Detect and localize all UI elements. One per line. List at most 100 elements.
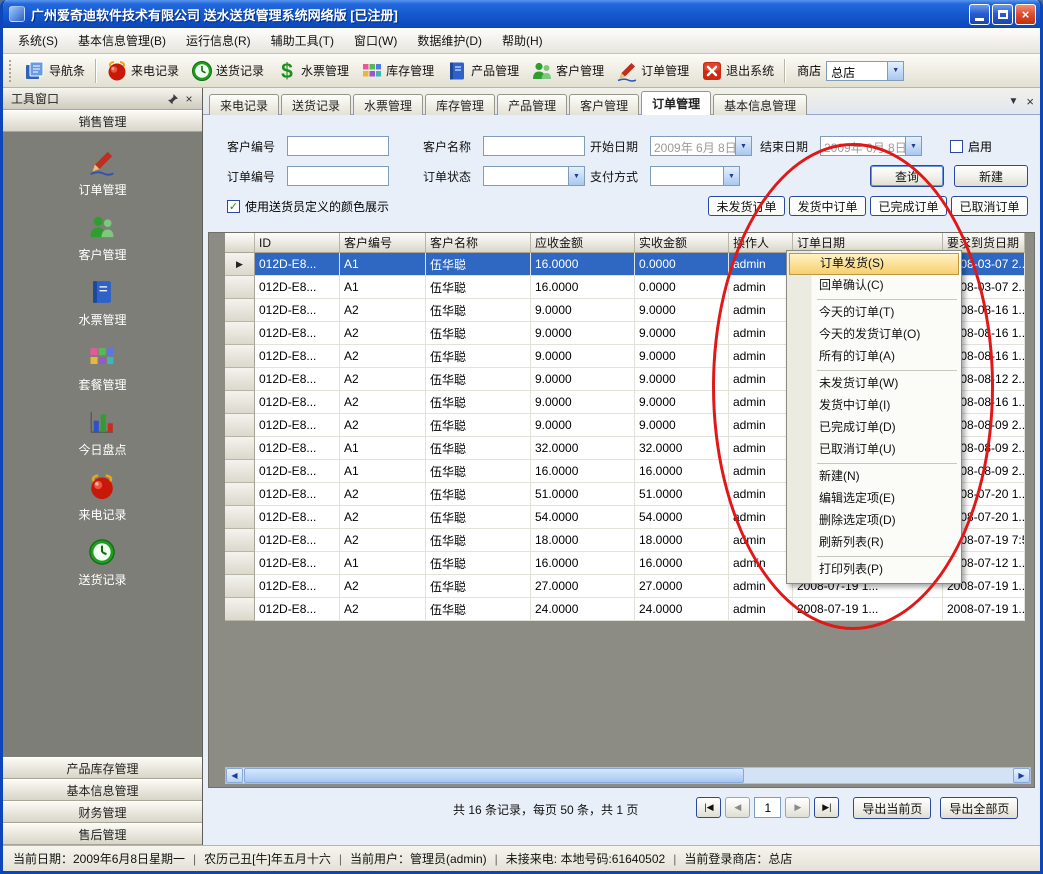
first-page-button[interactable]: |◀ [696,797,721,818]
query-button[interactable]: 查询 [870,165,944,187]
export-current-page-button[interactable]: 导出当前页 [853,797,931,819]
pin-icon[interactable] [165,91,181,107]
menu-item-new[interactable]: 新建(N) [789,466,959,488]
last-page-button[interactable]: ▶| [814,797,839,818]
sidebar-section-sales[interactable]: 销售管理 [3,110,202,132]
sidebar-item-delivery-records[interactable]: 送货记录 [78,538,126,588]
menu-item-edit-selected[interactable]: 编辑选定项(E) [789,488,959,510]
menu-item-shipping-orders[interactable]: 发货中订单(I) [789,395,959,417]
menu-item-completed-orders[interactable]: 已完成订单(D) [789,417,959,439]
header-customer-name[interactable]: 客户名称 [426,233,531,253]
cancelled-orders-button[interactable]: 已取消订单 [951,196,1028,216]
table-row[interactable]: 012D-E8...A2伍华聪24.000024.0000admin2008-0… [225,598,1025,621]
row-selector[interactable] [225,368,255,391]
menu-item-unshipped-orders[interactable]: 未发货订单(W) [789,373,959,395]
menu-item-cancelled-orders[interactable]: 已取消订单(U) [789,439,959,461]
row-selector[interactable] [225,414,255,437]
sidebar-item-today-check[interactable]: 今日盘点 [78,408,126,458]
row-selector[interactable] [225,483,255,506]
menu-item-delete-selected[interactable]: 删除选定项(D) [789,510,959,532]
header-customer-no[interactable]: 客户编号 [340,233,426,253]
menu-item-ship-order[interactable]: 订单发货(S) [789,253,959,275]
row-selector[interactable] [225,529,255,552]
toolbar-products[interactable]: 产品管理 [440,57,525,85]
header-id[interactable]: ID [255,233,340,253]
sidebar-section-product-inventory[interactable]: 产品库存管理 [3,757,202,779]
toolbar-customers[interactable]: 客户管理 [525,57,610,85]
shipping-orders-button[interactable]: 发货中订单 [789,196,866,216]
toolbar-exit[interactable]: 退出系统 [695,57,780,85]
scrollbar-thumb[interactable] [244,768,744,783]
scroll-left-icon[interactable]: ◀ [226,768,243,783]
menu-window[interactable]: 窗口(W) [345,28,406,53]
menu-run-info[interactable]: 运行信息(R) [177,28,260,53]
row-selector[interactable] [225,345,255,368]
menu-aux-tools[interactable]: 辅助工具(T) [262,28,343,53]
toolbar-grip[interactable] [9,60,13,82]
store-select[interactable]: 总店 ▼ [826,61,904,81]
row-selector[interactable] [225,506,255,529]
toolbar-call-records[interactable]: 来电记录 [100,57,185,85]
close-button[interactable]: × [1015,4,1036,25]
tab-orders[interactable]: 订单管理 [641,91,711,115]
sidebar-close-icon[interactable]: × [181,91,197,107]
row-selector[interactable] [225,598,255,621]
row-selector[interactable] [225,437,255,460]
toolbar-delivery-records[interactable]: 送货记录 [185,57,270,85]
toolbar-navigator[interactable]: 导航条 [18,57,91,85]
tab-call-records[interactable]: 来电记录 [209,94,279,115]
horizontal-scrollbar[interactable]: ◀ ▶ [225,767,1031,784]
chevron-down-icon[interactable]: ▼ [887,62,903,80]
pay-method-select[interactable]: ▼ [650,166,740,186]
tab-list-dropdown-icon[interactable]: ▼ [1009,96,1019,107]
row-selector[interactable] [225,552,255,575]
header-operator[interactable]: 操作人 [729,233,793,253]
menu-item-today-orders[interactable]: 今天的订单(T) [789,302,959,324]
sidebar-item-water-ticket-mgmt[interactable]: 水票管理 [78,278,126,328]
menu-system[interactable]: 系统(S) [9,28,67,53]
sidebar-item-package-mgmt[interactable]: 套餐管理 [78,343,126,393]
order-no-input[interactable] [287,166,389,186]
header-receivable[interactable]: 应收金额 [531,233,635,253]
enable-date-checkbox[interactable] [950,140,963,153]
row-selector[interactable] [225,460,255,483]
chevron-down-icon[interactable]: ▼ [735,137,751,155]
chevron-down-icon[interactable]: ▼ [568,167,584,185]
menu-item-refresh-list[interactable]: 刷新列表(R) [789,532,959,554]
sidebar-item-customer-mgmt[interactable]: 客户管理 [78,213,126,263]
row-selector[interactable] [225,299,255,322]
order-status-select[interactable]: ▼ [483,166,585,186]
page-number-input[interactable] [754,797,781,818]
row-selector[interactable] [225,276,255,299]
customer-name-input[interactable] [483,136,585,156]
toolbar-water-tickets[interactable]: 水票管理 [270,57,355,85]
tab-inventory[interactable]: 库存管理 [425,94,495,115]
export-all-pages-button[interactable]: 导出全部页 [940,797,1018,819]
prev-page-button[interactable]: ◀ [725,797,750,818]
toolbar-inventory[interactable]: 库存管理 [355,57,440,85]
color-display-checkbox[interactable]: ✓ [227,200,240,213]
scroll-right-icon[interactable]: ▶ [1013,768,1030,783]
tab-water-tickets[interactable]: 水票管理 [353,94,423,115]
toolbar-orders[interactable]: 订单管理 [610,57,695,85]
next-page-button[interactable]: ▶ [785,797,810,818]
row-selector[interactable]: ▶ [225,253,255,276]
tab-basic-info[interactable]: 基本信息管理 [713,94,807,115]
menu-item-print-list[interactable]: 打印列表(P) [789,559,959,581]
row-selector[interactable] [225,391,255,414]
menu-basic-info[interactable]: 基本信息管理(B) [69,28,175,53]
tab-products[interactable]: 产品管理 [497,94,567,115]
row-selector[interactable] [225,322,255,345]
new-button[interactable]: 新建 [954,165,1028,187]
menu-item-receipt-confirm[interactable]: 回单确认(C) [789,275,959,297]
tab-delivery-records[interactable]: 送货记录 [281,94,351,115]
start-date-picker[interactable]: 2009年 6月 8日▼ [650,136,752,156]
menu-help[interactable]: 帮助(H) [493,28,552,53]
unshipped-orders-button[interactable]: 未发货订单 [708,196,785,216]
chevron-down-icon[interactable]: ▼ [723,167,739,185]
sidebar-section-basic-info[interactable]: 基本信息管理 [3,779,202,801]
tab-customers[interactable]: 客户管理 [569,94,639,115]
sidebar-item-order-mgmt[interactable]: 订单管理 [78,148,126,198]
menu-item-all-orders[interactable]: 所有的订单(A) [789,346,959,368]
minimize-button[interactable] [969,4,990,25]
